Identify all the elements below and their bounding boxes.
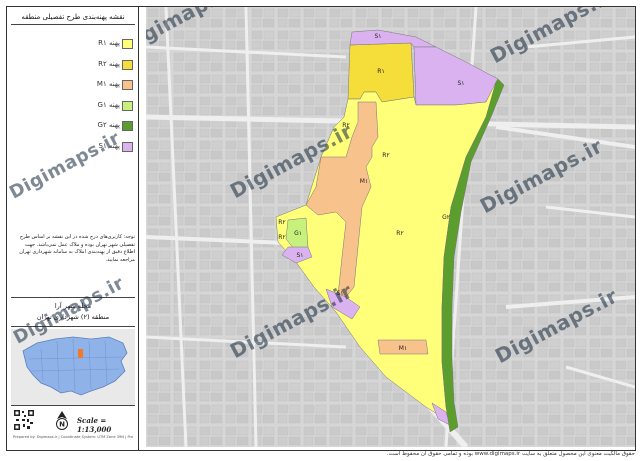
legend-swatch [122,100,133,111]
legend-swatch [122,59,133,70]
zoning-map: R۱ R۲ R۲ M۱ R۲ G۱ R۲ S۱ S۱ S۱ M۱ G۲ S۱ R… [146,7,635,447]
legend-swatch [122,39,133,49]
zone-label: R۲ [278,219,285,226]
highlight-district-icon [78,349,83,358]
zone-label: M۱ [399,345,407,352]
zone-label: S۱ [374,33,381,40]
qr-code-icon [13,409,35,431]
zone-label: R۱ [377,68,384,75]
zone-label: G۲ [442,214,450,221]
map-info-footer: N Scale = 1:13,000 Prepared by: Digimaps… [11,407,135,445]
zone-label: S۱ [296,252,303,259]
copyright-notice: حقوق مالکیت معنوی این محصول متعلق به سای… [386,451,635,457]
legend-label: پهنه M۱ [96,80,120,88]
legend-label: پهنه G۲ [97,121,120,129]
svg-text:N: N [59,421,65,429]
legend-swatch [122,121,133,131]
legend-swatch [122,141,133,152]
legend-panel: نقشه پهنه‌بندی طرح تفصیلی منطقه پهنه R۱ … [7,7,139,450]
map-canvas[interactable]: R۱ R۲ R۲ M۱ R۲ G۱ R۲ S۱ S۱ S۱ M۱ G۲ S۱ R… [146,7,635,447]
zone-label: R۲ [382,152,389,159]
legend-label: پهنه G۱ [97,100,120,109]
zone-label: G۱ [294,230,302,237]
map-credits: Prepared by: Digimaps.ir | Coordinate Sy… [13,435,133,439]
legend-item-g1: پهنه G۱ [95,99,135,120]
legend-item-r2: پهنه R۲ [95,58,135,79]
zone-label: M۱ [360,178,368,185]
map-title: نقشه پهنه‌بندی طرح تفصیلی منطقه [11,10,135,25]
legend-label: پهنه R۱ [98,39,120,47]
map-note: توجه: کاربری‌های درج شده در این نقشه بر … [19,234,135,263]
legend-label: پهنه R۲ [98,59,120,68]
zone-label: R۲ [278,234,285,241]
north-arrow-icon: N [56,411,68,430]
zone-label: R۲ [396,230,403,237]
zone-label: S۱ [457,80,464,87]
legend-swatch [122,80,133,90]
legend-item-r1: پهنه R۱ [95,37,135,58]
legend-item-m1: پهنه M۱ [95,78,135,99]
map-scale: Scale = 1:13,000 [77,416,112,434]
